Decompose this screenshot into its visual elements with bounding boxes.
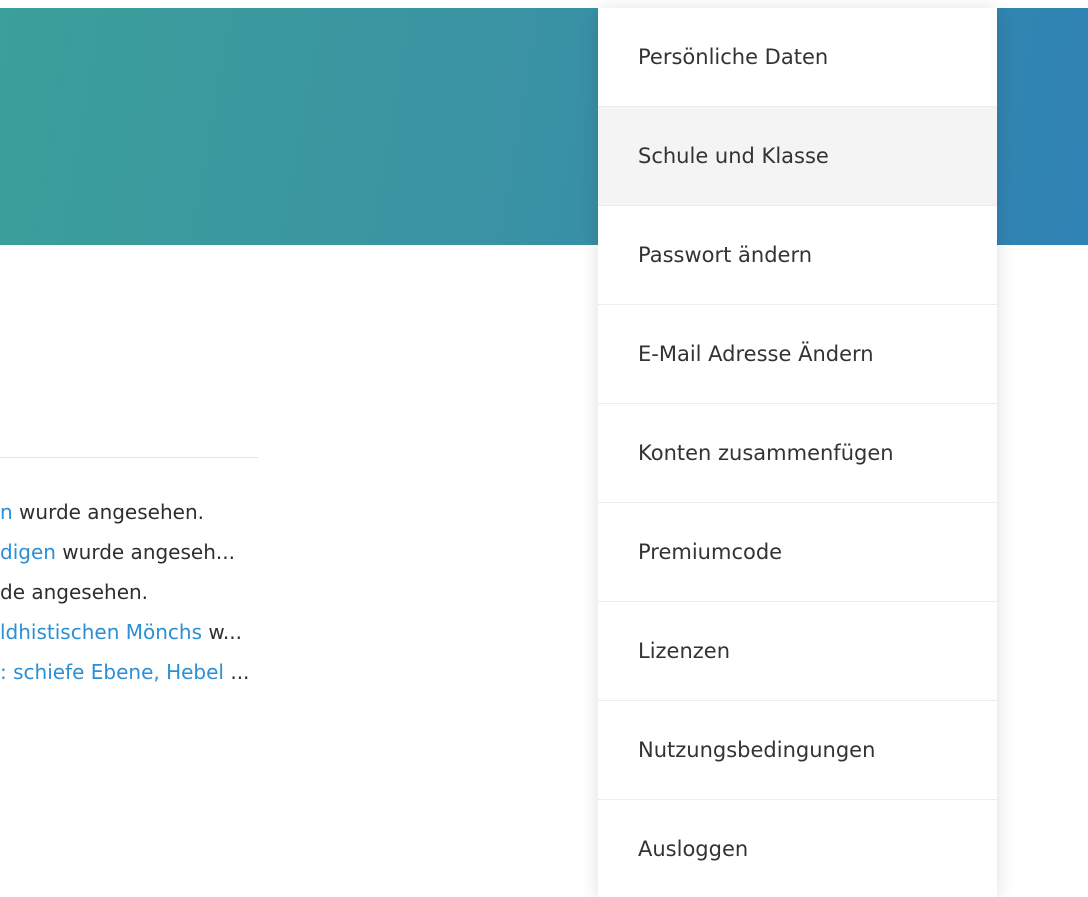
menu-item-merge-accounts[interactable]: Konten zusammenfügen bbox=[598, 404, 997, 503]
activity-link[interactable]: ldhistischen Mönchs bbox=[0, 620, 202, 644]
activity-item: n wurde angesehen. bbox=[0, 492, 340, 532]
activity-item: : schiefe Ebene, Hebel ... bbox=[0, 652, 340, 692]
activity-link[interactable]: n bbox=[0, 500, 13, 524]
menu-item-terms-of-use[interactable]: Nutzungsbedingungen bbox=[598, 701, 997, 800]
menu-item-premium-code[interactable]: Premiumcode bbox=[598, 503, 997, 602]
account-dropdown-menu: Persönliche Daten Schule und Klasse Pass… bbox=[598, 8, 997, 897]
activity-item: digen wurde angeseh... bbox=[0, 532, 340, 572]
menu-item-school-and-class[interactable]: Schule und Klasse bbox=[598, 107, 997, 206]
menu-item-licenses[interactable]: Lizenzen bbox=[598, 602, 997, 701]
page: n wurde angesehen. digen wurde angeseh..… bbox=[0, 0, 1088, 897]
section-divider bbox=[0, 457, 258, 458]
activity-text: wurde angesehen. bbox=[12, 500, 204, 524]
activity-link[interactable]: digen bbox=[0, 540, 56, 564]
activity-text: ... bbox=[223, 660, 250, 684]
menu-item-change-email[interactable]: E-Mail Adresse Ändern bbox=[598, 305, 997, 404]
activity-text: w... bbox=[202, 620, 242, 644]
menu-item-change-password[interactable]: Passwort ändern bbox=[598, 206, 997, 305]
activity-list: n wurde angesehen. digen wurde angeseh..… bbox=[0, 492, 340, 692]
activity-text: wurde angeseh... bbox=[55, 540, 235, 564]
activity-item: ldhistischen Mönchs w... bbox=[0, 612, 340, 652]
menu-item-personal-data[interactable]: Persönliche Daten bbox=[598, 8, 997, 107]
activity-link[interactable]: : schiefe Ebene, Hebel bbox=[0, 660, 224, 684]
activity-item: de angesehen. bbox=[0, 572, 340, 612]
menu-item-logout[interactable]: Ausloggen bbox=[598, 800, 997, 897]
activity-text: de angesehen. bbox=[0, 580, 149, 604]
